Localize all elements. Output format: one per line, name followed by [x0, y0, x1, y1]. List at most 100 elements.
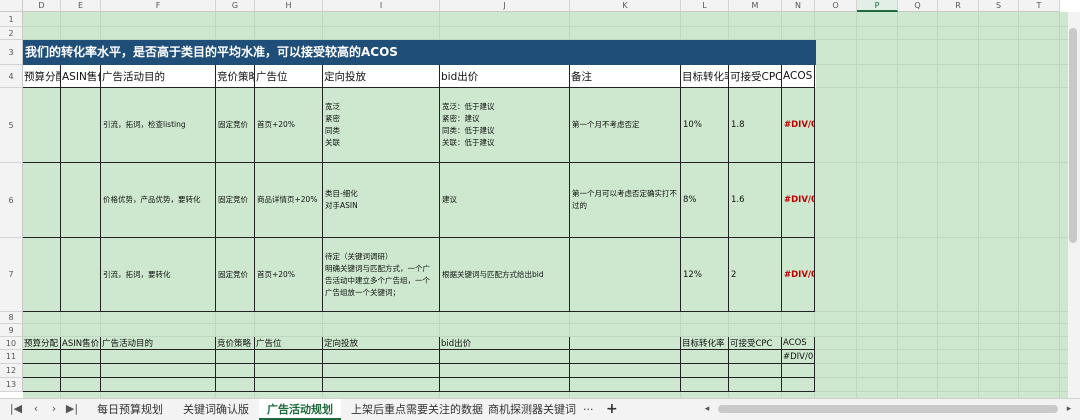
- sheet-tab-active[interactable]: 广告活动规划: [259, 399, 341, 420]
- column-header-q[interactable]: Q: [898, 0, 938, 12]
- acceptable-cpc-cell[interactable]: 2: [729, 238, 782, 312]
- header-cell[interactable]: 可接受CPC: [729, 65, 782, 88]
- asin-price-cell[interactable]: [61, 88, 101, 163]
- header-cell[interactable]: bid出价: [440, 65, 570, 88]
- table2-cell[interactable]: [440, 350, 570, 364]
- table2-cell[interactable]: [101, 378, 216, 392]
- budget-cell[interactable]: [23, 88, 61, 163]
- header-cell[interactable]: 定向投放: [323, 65, 440, 88]
- table2-cell[interactable]: [216, 378, 255, 392]
- row-header-4[interactable]: 4: [0, 65, 23, 88]
- placement-cell[interactable]: 首页+20%: [255, 88, 323, 163]
- header-cell[interactable]: ACOS: [782, 65, 815, 88]
- column-header-p[interactable]: P: [857, 0, 898, 12]
- strategy-cell[interactable]: 固定竞价: [216, 238, 255, 312]
- acceptable-cpc-cell[interactable]: 1.6: [729, 163, 782, 238]
- table2-cell[interactable]: [61, 350, 101, 364]
- column-header-o[interactable]: O: [815, 0, 857, 12]
- table2-cell[interactable]: [255, 350, 323, 364]
- table2-cell[interactable]: #DIV/0!: [782, 350, 815, 364]
- note-cell[interactable]: 第一个月可以考虑否定确实打不过的: [570, 163, 681, 238]
- note-cell[interactable]: 第一个月不考虑否定: [570, 88, 681, 163]
- sheet-title-bar[interactable]: 我们的转化率水平，是否高于类目的平均水准，可以接受较高的ACOS: [23, 40, 816, 65]
- target-cvr-cell[interactable]: 12%: [681, 238, 729, 312]
- header-cell[interactable]: ASIN售价: [61, 65, 101, 88]
- table2-header-cell[interactable]: 广告活动目的: [101, 337, 216, 350]
- table2-cell[interactable]: [570, 350, 681, 364]
- table2-cell[interactable]: [323, 364, 440, 378]
- scroll-left-icon[interactable]: ◂: [700, 401, 714, 417]
- row-header-7[interactable]: 7: [0, 238, 23, 312]
- table2-cell[interactable]: [23, 350, 61, 364]
- table2-header-cell[interactable]: ACOS: [782, 337, 815, 350]
- row-header-8[interactable]: 8: [0, 312, 23, 324]
- table2-cell[interactable]: [101, 364, 216, 378]
- budget-cell[interactable]: [23, 163, 61, 238]
- asin-price-cell[interactable]: [61, 238, 101, 312]
- last-sheet-icon[interactable]: ▶|: [64, 401, 80, 417]
- purpose-cell[interactable]: 价格优势，产品优势，要转化: [101, 163, 216, 238]
- table2-header-cell[interactable]: 定向投放: [323, 337, 440, 350]
- table2-cell[interactable]: [729, 350, 782, 364]
- table2-cell[interactable]: [61, 378, 101, 392]
- table2-header-cell[interactable]: [570, 337, 681, 350]
- table2-cell[interactable]: [255, 364, 323, 378]
- table2-header-cell[interactable]: 目标转化率: [681, 337, 729, 350]
- next-sheet-icon[interactable]: ›: [46, 401, 62, 417]
- table2-cell[interactable]: [729, 364, 782, 378]
- column-header-k[interactable]: K: [570, 0, 681, 12]
- header-cell[interactable]: 备注: [570, 65, 681, 88]
- bid-cell[interactable]: 建议: [440, 163, 570, 238]
- table2-header-cell[interactable]: 可接受CPC: [729, 337, 782, 350]
- table2-header-cell[interactable]: ASIN售价: [61, 337, 101, 350]
- table2-cell[interactable]: [681, 364, 729, 378]
- placement-cell[interactable]: 商品详情页+20%: [255, 163, 323, 238]
- spreadsheet-grid[interactable]: DEFGHIJKLMNOPQRST 1 2 3 4 5 6 7 8 9 10 11 12 13 我们的转…: [0, 0, 1080, 398]
- column-header-t[interactable]: T: [1019, 0, 1060, 12]
- purpose-cell[interactable]: 引流，拓词，检查listing: [101, 88, 216, 163]
- row-header-9[interactable]: 9: [0, 324, 23, 337]
- row-header-11[interactable]: 11: [0, 350, 23, 364]
- row-header-5[interactable]: 5: [0, 88, 23, 163]
- table2-cell[interactable]: [216, 350, 255, 364]
- acos-cell[interactable]: #DIV/0!: [782, 163, 815, 238]
- column-header-d[interactable]: D: [23, 0, 61, 12]
- acceptable-cpc-cell[interactable]: 1.8: [729, 88, 782, 163]
- row-header-3[interactable]: 3: [0, 40, 23, 65]
- bid-cell[interactable]: 宽泛：低于建议 紧密：建议 同类：低于建议 关联：低于建议: [440, 88, 570, 163]
- targeting-cell[interactable]: 待定（关键词调研） 明确关键词与匹配方式，一个广告活动中建立多个广告组，一个广告组…: [323, 238, 440, 312]
- prev-sheet-icon[interactable]: ‹: [28, 401, 44, 417]
- select-all-corner[interactable]: [0, 0, 23, 12]
- row-header-12[interactable]: 12: [0, 364, 23, 378]
- column-header-h[interactable]: H: [255, 0, 323, 12]
- table2-cell[interactable]: [782, 378, 815, 392]
- more-tabs-button[interactable]: ···: [583, 399, 594, 420]
- target-cvr-cell[interactable]: 8%: [681, 163, 729, 238]
- add-sheet-button[interactable]: +: [606, 399, 618, 420]
- row-header-13[interactable]: 13: [0, 378, 23, 392]
- strategy-cell[interactable]: 固定竞价: [216, 88, 255, 163]
- asin-price-cell[interactable]: [61, 163, 101, 238]
- column-header-g[interactable]: G: [216, 0, 255, 12]
- header-cell[interactable]: 广告位: [255, 65, 323, 88]
- placement-cell[interactable]: 首页+20%: [255, 238, 323, 312]
- table2-cell[interactable]: [681, 378, 729, 392]
- table2-cell[interactable]: [23, 378, 61, 392]
- note-cell[interactable]: [570, 238, 681, 312]
- header-cell[interactable]: 竞价策略: [216, 65, 255, 88]
- table2-cell[interactable]: [681, 350, 729, 364]
- purpose-cell[interactable]: 引流，拓词，要转化: [101, 238, 216, 312]
- column-header-i[interactable]: I: [323, 0, 440, 12]
- table2-cell[interactable]: [323, 378, 440, 392]
- header-cell[interactable]: 目标转化率: [681, 65, 729, 88]
- bid-cell[interactable]: 根据关键词与匹配方式给出bid: [440, 238, 570, 312]
- acos-cell[interactable]: #DIV/0!: [782, 238, 815, 312]
- horizontal-scrollbar[interactable]: [718, 405, 1058, 413]
- target-cvr-cell[interactable]: 10%: [681, 88, 729, 163]
- table2-header-cell[interactable]: bid出价: [440, 337, 570, 350]
- table2-cell[interactable]: [23, 364, 61, 378]
- row-header-1[interactable]: 1: [0, 12, 23, 27]
- table2-header-cell[interactable]: 竞价策略: [216, 337, 255, 350]
- table2-cell[interactable]: [729, 378, 782, 392]
- scroll-right-icon[interactable]: ▸: [1062, 401, 1076, 417]
